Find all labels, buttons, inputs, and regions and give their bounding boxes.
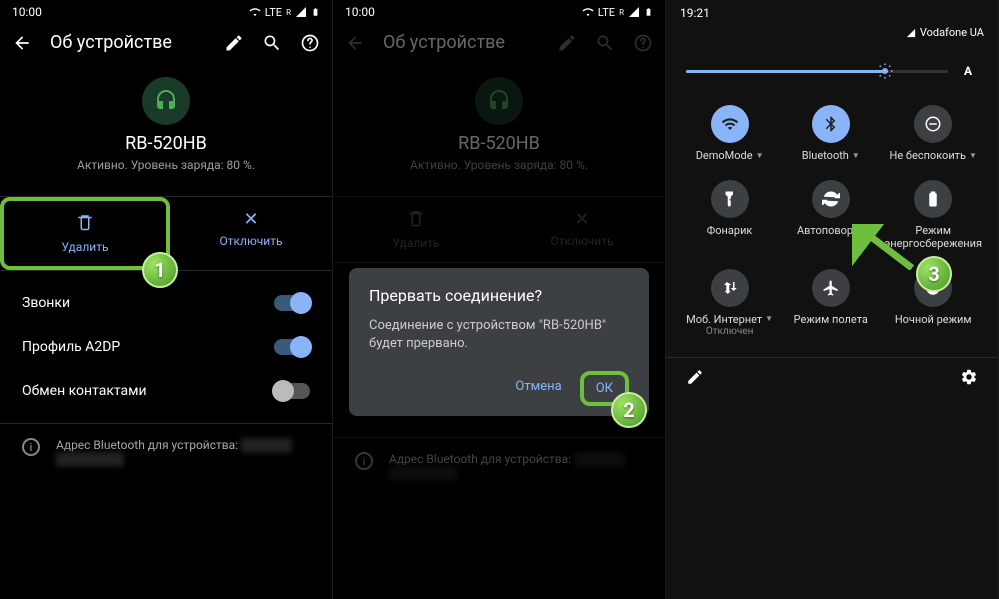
setting-calls[interactable]: Звонки — [0, 281, 332, 325]
status-time: 10:00 — [12, 5, 42, 19]
flashlight-icon — [711, 180, 749, 218]
status-time: 19:21 — [680, 6, 710, 20]
carrier-row: Vodafone UA — [666, 26, 998, 47]
device-status: Активно. Уровень заряда: 80 %. — [333, 158, 665, 172]
tile-mobile-data[interactable]: Моб. Интернет▼ Отключен — [682, 269, 777, 337]
back-icon[interactable] — [12, 33, 32, 53]
brightness-track[interactable] — [686, 70, 948, 73]
carrier-label: Vodafone UA — [920, 26, 984, 39]
wifi-icon — [711, 105, 749, 143]
close-icon: ✕ — [170, 209, 332, 230]
status-bar: 10:00 LTER — [333, 0, 665, 24]
cancel-button[interactable]: Отмена — [505, 371, 571, 406]
battery-icon — [914, 180, 952, 218]
bluetooth-icon — [812, 105, 850, 143]
status-icons: LTE R — [249, 5, 320, 19]
device-header: RB-520HB Активно. Уровень заряда: 80 %. — [0, 61, 332, 184]
delete-label: Удалить — [62, 240, 109, 254]
dialog-actions: Отмена ОК 2 — [369, 371, 629, 406]
auto-brightness-icon[interactable]: A — [958, 61, 978, 81]
help-icon[interactable] — [300, 33, 320, 53]
dialog-title: Прервать соединение? — [369, 286, 629, 305]
disconnect-button[interactable]: ✕ Отключить — [499, 197, 665, 262]
panel-device-details-2: 10:00 LTER Об устройстве RB-520HB Активн… — [333, 0, 666, 599]
toggle-calls[interactable] — [274, 295, 310, 311]
setting-contacts[interactable]: Обмен контактами — [0, 369, 332, 413]
device-status: Активно. Уровень заряда: 80 %. — [0, 158, 332, 172]
brightness-thumb-icon[interactable] — [876, 62, 894, 80]
tile-wifi[interactable]: DemoMode▼ — [682, 105, 777, 162]
mobile-data-icon — [711, 269, 749, 307]
app-bar: Об устройстве — [0, 24, 332, 61]
disconnect-label: Отключить — [220, 234, 283, 248]
toggle-contacts[interactable] — [274, 383, 310, 399]
signal-label: LTE — [265, 6, 282, 19]
edit-tiles-icon[interactable] — [686, 368, 704, 386]
marker-1: 1 — [142, 252, 178, 288]
page-title: Об устройстве — [383, 32, 539, 53]
device-header: RB-520HB Активно. Уровень заряда: 80 %. — [333, 61, 665, 184]
toggle-a2dp[interactable] — [274, 339, 310, 355]
bt-address-label: Адрес Bluetooth для устройства: — [56, 438, 238, 452]
brightness-slider[interactable]: A — [666, 47, 998, 95]
rotate-icon — [812, 180, 850, 218]
device-name: RB-520HB — [0, 133, 332, 154]
disconnect-dialog: Прервать соединение? Соединение с устрой… — [349, 268, 649, 416]
search-icon[interactable] — [262, 33, 282, 53]
panel-device-details-1: 10:00 LTE R Об устройстве RB-520HB Актив… — [0, 0, 333, 599]
info-icon: i — [355, 452, 373, 470]
dialog-body: Соединение с устройством "RB-520HB" буде… — [369, 317, 629, 353]
headphone-icon — [142, 77, 190, 125]
status-icons: LTER — [582, 5, 653, 19]
qs-tile-grid: DemoMode▼ Bluetooth▼ Не беспокоить▼ Фона… — [666, 95, 998, 357]
trash-icon — [333, 209, 499, 232]
chevron-down-icon: ▼ — [969, 151, 977, 161]
edit-icon[interactable] — [224, 33, 244, 53]
back-icon[interactable] — [345, 33, 365, 53]
status-time: 10:00 — [345, 5, 375, 19]
tile-bluetooth[interactable]: Bluetooth▼ — [783, 105, 878, 162]
device-name: RB-520HB — [333, 133, 665, 154]
action-row: Удалить 1 ✕ Отключить — [0, 196, 332, 271]
trash-icon — [4, 213, 166, 236]
status-bar: 10:00 LTE R — [0, 0, 332, 24]
info-icon: i — [22, 438, 40, 456]
qs-status-bar: 19:21 — [666, 0, 998, 26]
qs-footer — [666, 357, 998, 396]
marker-3: 3 — [916, 256, 952, 292]
airplane-icon — [812, 269, 850, 307]
delete-button[interactable]: Удалить — [333, 197, 499, 262]
edit-icon[interactable] — [557, 33, 577, 53]
settings-list: Звонки Профиль A2DP Обмен контактами — [0, 271, 332, 423]
ok-button[interactable]: ОК 2 — [580, 371, 629, 406]
panel-quick-settings: 19:21 Vodafone UA A DemoMode▼ Bluetooth▼… — [666, 0, 999, 599]
help-icon[interactable] — [633, 33, 653, 53]
chevron-down-icon: ▼ — [765, 314, 773, 324]
delete-button[interactable]: Удалить 1 — [0, 197, 170, 270]
tile-flashlight[interactable]: Фонарик — [682, 180, 777, 250]
chevron-down-icon: ▼ — [756, 151, 764, 161]
page-title: Об устройстве — [50, 32, 206, 53]
bt-address-row: i Адрес Bluetooth для устройства: ██████… — [333, 437, 665, 494]
close-icon: ✕ — [499, 209, 665, 230]
disconnect-button[interactable]: ✕ Отключить — [170, 197, 332, 270]
search-icon[interactable] — [595, 33, 615, 53]
tile-airplane[interactable]: Режим полета — [783, 269, 878, 337]
settings-gear-icon[interactable] — [960, 368, 978, 386]
bt-address-row: i Адрес Bluetooth для устройства: ██████… — [0, 423, 332, 480]
chevron-down-icon: ▼ — [852, 151, 860, 161]
setting-a2dp[interactable]: Профиль A2DP — [0, 325, 332, 369]
dnd-icon — [914, 105, 952, 143]
app-bar: Об устройстве — [333, 24, 665, 61]
tile-dnd[interactable]: Не беспокоить▼ — [884, 105, 982, 162]
action-row: Удалить ✕ Отключить — [333, 196, 665, 263]
headphone-icon — [475, 77, 523, 125]
